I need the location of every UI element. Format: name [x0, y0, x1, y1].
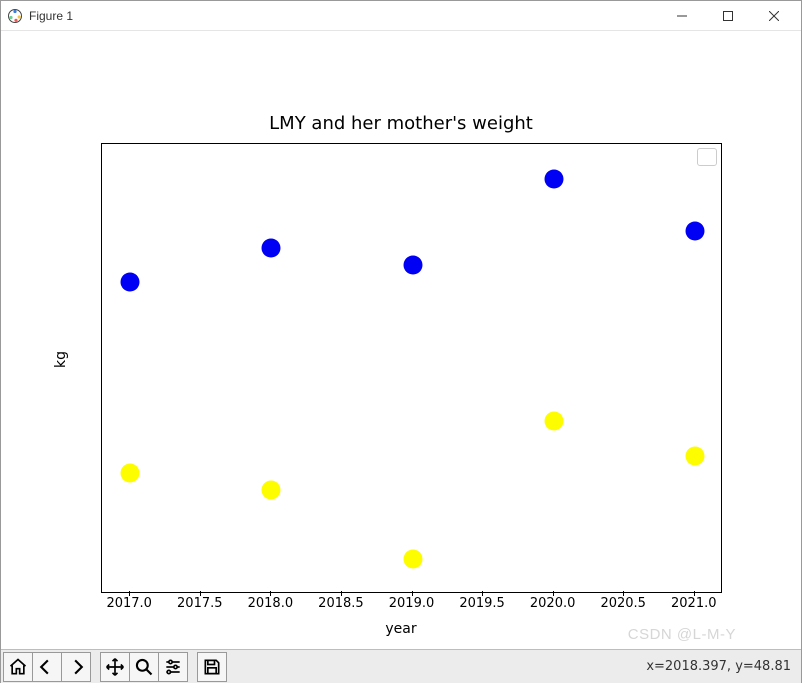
data-point: [403, 256, 422, 275]
x-tick-label: 2017.0: [106, 596, 152, 611]
x-tick-label: 2018.0: [248, 596, 294, 611]
window-close-button[interactable]: [751, 1, 797, 31]
x-tick-label: 2018.5: [318, 596, 364, 611]
configure-subplots-button[interactable]: [158, 652, 188, 682]
x-tick-label: 2020.5: [600, 596, 646, 611]
data-point: [544, 411, 563, 430]
cursor-coordinates: x=2018.397, y=48.81: [646, 659, 799, 674]
y-axis-label: kg: [53, 351, 69, 368]
back-button[interactable]: [32, 652, 62, 682]
app-icon: [7, 8, 23, 24]
data-point: [121, 273, 140, 292]
x-tick-label: 2019.5: [459, 596, 505, 611]
home-button[interactable]: [3, 652, 33, 682]
data-point: [544, 169, 563, 188]
data-point: [262, 481, 281, 500]
x-tick-label: 2021.0: [671, 596, 717, 611]
watermark: CSDN @L-M-Y: [628, 626, 736, 643]
data-point: [403, 550, 422, 569]
zoom-button[interactable]: [129, 652, 159, 682]
figure-canvas[interactable]: LMY and her mother's weight kg 2017.0201…: [1, 31, 801, 649]
chart-title: LMY and her mother's weight: [1, 113, 801, 134]
x-axis-ticks: 2017.0 2017.5 2018.0 2018.5 2019.0 2019.5 2020…: [101, 596, 722, 616]
data-point: [262, 238, 281, 257]
window-maximize-button[interactable]: [705, 1, 751, 31]
forward-button[interactable]: [61, 652, 91, 682]
data-point: [685, 221, 704, 240]
pan-button[interactable]: [100, 652, 130, 682]
data-point: [685, 446, 704, 465]
matplotlib-toolbar: x=2018.397, y=48.81: [1, 649, 801, 683]
window-title: Figure 1: [29, 9, 73, 23]
window-minimize-button[interactable]: [659, 1, 705, 31]
window-titlebar: Figure 1: [1, 1, 801, 31]
x-tick-label: 2020.0: [530, 596, 576, 611]
save-button[interactable]: [197, 652, 227, 682]
data-point: [121, 463, 140, 482]
legend-box[interactable]: [697, 148, 717, 166]
x-tick-label: 2017.5: [177, 596, 223, 611]
plot-area[interactable]: [101, 143, 722, 593]
x-tick-label: 2019.0: [389, 596, 435, 611]
